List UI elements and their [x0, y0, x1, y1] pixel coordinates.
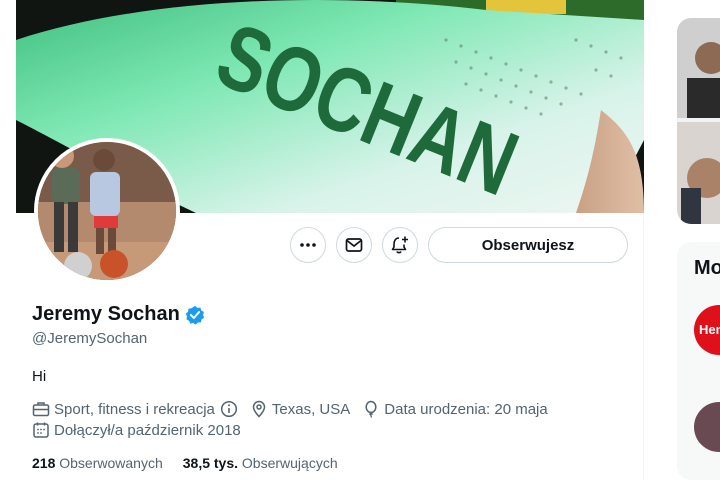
sidebar-section-title: Mo	[694, 257, 720, 279]
location-pin-icon	[252, 400, 266, 418]
profile-column: SOCHAN Obserwujesz Jeremy Sochan @Jeremy…	[16, 0, 644, 480]
notification-add-icon	[391, 236, 408, 254]
following-stat[interactable]: 218 Obserwowanych	[32, 455, 163, 471]
notifications-button[interactable]	[382, 227, 418, 263]
category-label: Sport, fitness i rekreacja	[54, 400, 215, 418]
message-button[interactable]	[336, 227, 372, 263]
more-icon	[300, 243, 316, 247]
profile-location: Texas, USA	[250, 400, 350, 418]
right-sidebar: Mo Hen	[644, 0, 720, 480]
profile-category: Sport, fitness i rekreacja	[32, 400, 238, 418]
following-button[interactable]: Obserwujesz	[428, 227, 628, 263]
followers-stat[interactable]: 38,5 tys. Obserwujących	[183, 455, 338, 471]
profile-handle: @JeremySochan	[32, 330, 148, 347]
location-label: Texas, USA	[271, 400, 351, 418]
avatar-photo	[38, 142, 176, 280]
profile-avatar[interactable]	[34, 138, 180, 284]
profile-bio: Hi	[32, 368, 47, 385]
followers-count: 38,5 tys.	[182, 455, 239, 471]
profile-meta-row: Sport, fitness i rekreacja Texas, USA Da…	[32, 400, 560, 418]
profile-stats: 218 Obserwowanych 38,5 tys. Obserwującyc…	[32, 455, 358, 471]
more-button[interactable]	[290, 227, 326, 263]
joined-label: Dołączył/a październik 2018	[54, 421, 241, 439]
profile-joined: Dołączył/a październik 2018	[32, 421, 241, 439]
profile-name: Jeremy Sochan	[32, 303, 180, 325]
suggested-avatar-text: Hen	[699, 322, 720, 337]
balloon-icon	[365, 400, 377, 418]
media-preview[interactable]	[677, 18, 720, 224]
left-gutter	[0, 0, 16, 480]
info-icon[interactable]	[220, 400, 238, 418]
profile-name-row: Jeremy Sochan	[32, 303, 205, 326]
profile-birthday: Data urodzenia: 20 maja	[362, 400, 548, 418]
followers-label: Obserwujących	[241, 455, 338, 471]
briefcase-icon	[32, 402, 50, 417]
birthday-label: Data urodzenia: 20 maja	[384, 400, 548, 418]
verified-badge-icon[interactable]	[185, 305, 205, 325]
media-thumbnails	[677, 18, 720, 224]
message-icon	[345, 238, 363, 252]
calendar-icon	[33, 422, 49, 438]
following-count: 218	[32, 455, 56, 471]
following-label: Obserwowanych	[59, 455, 163, 471]
profile-joined-row: Dołączył/a październik 2018	[32, 421, 253, 439]
